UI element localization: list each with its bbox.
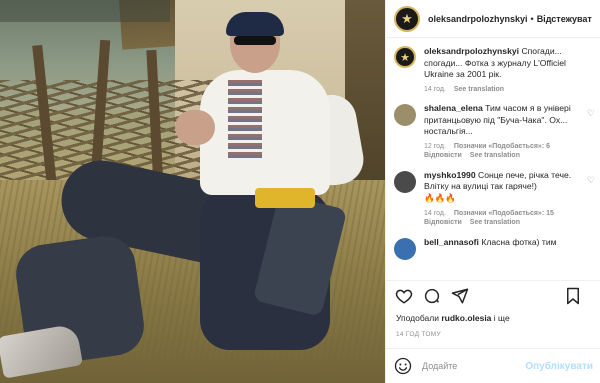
comments-list[interactable]: ★ oleksandrpolozhynskyi Спогади... спога… xyxy=(386,39,600,275)
likes-user[interactable]: rudko.olesia xyxy=(441,313,491,323)
caption-username[interactable]: oleksandrpolozhynskyi xyxy=(424,46,519,56)
see-translation-link[interactable]: See translation xyxy=(470,219,520,226)
commenter-username[interactable]: myshko1990 xyxy=(424,170,476,180)
comment-input[interactable]: Додайте xyxy=(422,361,525,371)
comment-text: Класна фотка) тим xyxy=(481,236,557,247)
comment-time[interactable]: 12 год. xyxy=(424,143,446,150)
comment-emoji: 🔥🔥🔥 xyxy=(424,193,457,204)
likes-prefix: Уподобали xyxy=(396,313,439,323)
yellow-belt xyxy=(255,188,315,208)
avatar-logo-icon: ★ xyxy=(400,51,410,64)
comment-likes[interactable]: Позначки «Подобається»: 15 xyxy=(454,210,554,217)
commenter-username[interactable]: bell_annasofi xyxy=(424,237,479,247)
emoji-icon[interactable] xyxy=(394,357,412,375)
post-photo[interactable] xyxy=(0,0,385,383)
magazine-text-strip xyxy=(0,0,170,22)
bookmark-icon[interactable] xyxy=(563,286,583,306)
author-avatar[interactable]: ★ xyxy=(394,5,420,32)
sunglasses xyxy=(234,36,276,45)
post-header: ★ oleksandrpolozhynskyi • Відстежувати xyxy=(386,0,600,38)
follow-button[interactable]: Відстежувати xyxy=(537,14,592,24)
heart-icon[interactable] xyxy=(394,286,414,306)
header-separator: • xyxy=(530,13,534,24)
beanie xyxy=(226,12,284,36)
likes-summary[interactable]: Уподобали rudko.olesia і ще xyxy=(396,313,510,323)
post-caption: ★ oleksandrpolozhynskyi Спогади... спога… xyxy=(386,39,600,94)
hand xyxy=(175,110,215,145)
commenter-username[interactable]: shalena_elena xyxy=(424,103,483,113)
see-translation-link[interactable]: See translation xyxy=(470,152,520,159)
caption-time[interactable]: 14 год. xyxy=(424,86,446,93)
reply-button[interactable]: Відповісти xyxy=(424,219,462,226)
shirt-embroidery xyxy=(228,80,262,160)
avatar-logo-icon: ★ xyxy=(401,10,413,26)
caption-meta: 14 год. See translation xyxy=(424,85,591,94)
comment-text-block: shalena_elena Тим часом я в універі прит… xyxy=(424,103,591,138)
comment-item: myshko1990 Сонце пече, річка тече. Влітк… xyxy=(386,161,600,228)
comment-meta: 12 год. Позначки «Подобається»: 6 Відпов… xyxy=(424,142,591,161)
comment-text-block: myshko1990 Сонце пече, річка тече. Влітк… xyxy=(424,170,591,205)
comment-icon[interactable] xyxy=(422,286,442,306)
embroidered-shirt xyxy=(200,70,330,195)
comment-heart-icon[interactable]: ♡ xyxy=(587,108,595,119)
caption-text-block: oleksandrpolozhynskyi Спогади... спогади… xyxy=(424,46,591,81)
commenter-avatar[interactable] xyxy=(394,237,416,260)
post-side-panel: ★ oleksandrpolozhynskyi • Відстежувати ★… xyxy=(385,0,600,383)
caption-avatar[interactable]: ★ xyxy=(394,46,416,68)
comment-heart-icon[interactable]: ♡ xyxy=(587,175,595,186)
post-actions-bar xyxy=(386,280,600,310)
add-comment-bar: Додайте Опублікувати xyxy=(386,348,600,383)
comment-item: shalena_elena Тим часом я в універі прит… xyxy=(386,94,600,161)
comment-item: bell_annasofi Класна фотка) тим xyxy=(386,228,600,260)
share-icon[interactable] xyxy=(450,286,470,306)
comment-text-block: bell_annasofi Класна фотка) тим xyxy=(424,237,591,249)
post-timestamp[interactable]: 14 ГОД ТОМУ xyxy=(396,331,441,338)
commenter-avatar[interactable] xyxy=(394,170,416,193)
likes-suffix[interactable]: і ще xyxy=(494,313,510,323)
comment-meta: 14 год. Позначки «Подобається»: 15 Відпо… xyxy=(424,209,591,228)
reply-button[interactable]: Відповісти xyxy=(424,152,462,159)
author-username[interactable]: oleksandrpolozhynskyi xyxy=(428,14,528,24)
commenter-avatar[interactable] xyxy=(394,104,416,127)
comment-time[interactable]: 14 год. xyxy=(424,210,446,217)
see-translation-link[interactable]: See translation xyxy=(454,86,504,93)
publish-button[interactable]: Опублікувати xyxy=(525,361,593,372)
comment-likes[interactable]: Позначки «Подобається»: 6 xyxy=(454,143,550,150)
